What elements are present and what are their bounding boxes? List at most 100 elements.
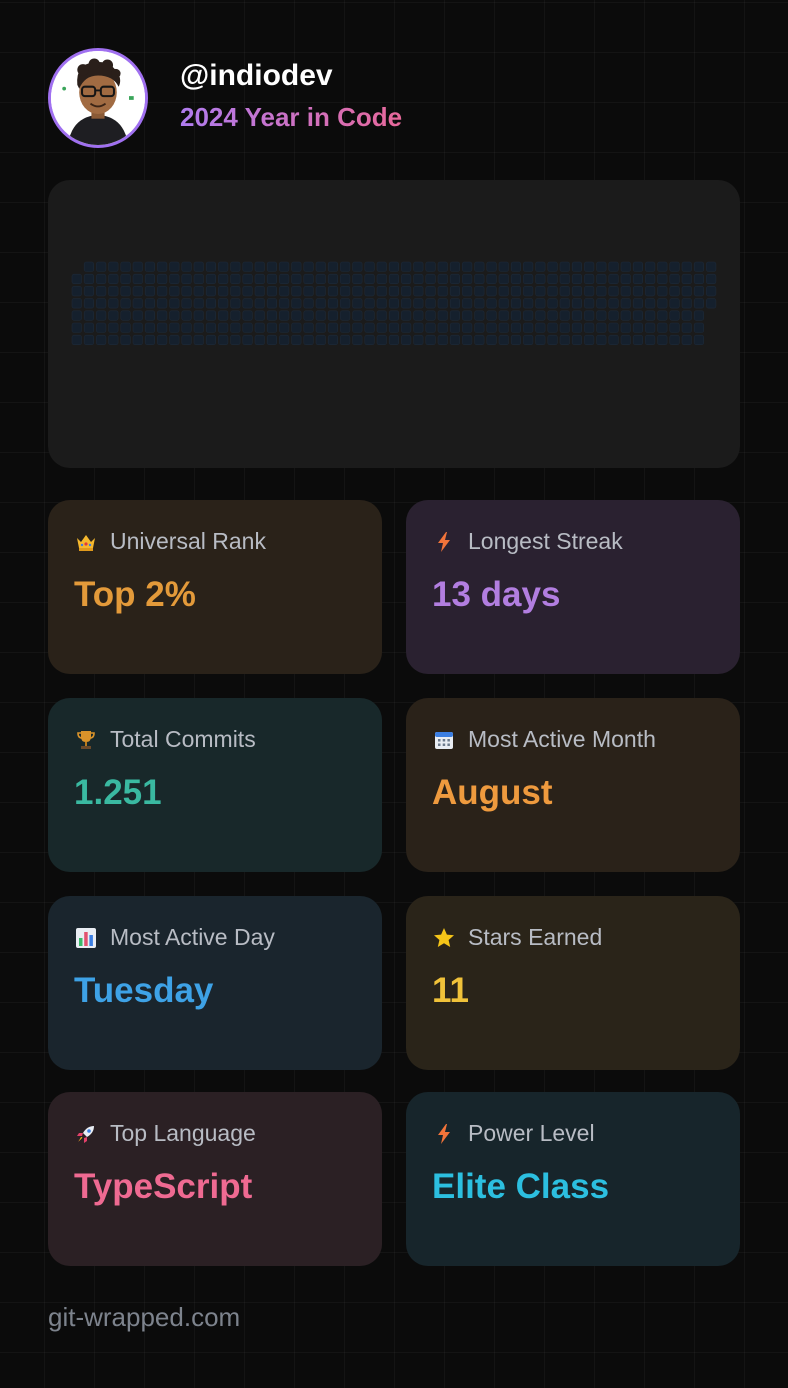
heatmap-cell [205,298,216,309]
heatmap-cell [620,334,631,345]
heatmap-cell [279,322,290,333]
heatmap-cell [510,273,522,284]
heatmap-cell [547,310,558,321]
heatmap-cell [449,286,461,297]
heatmap-cell [596,273,607,284]
heatmap-cell [120,298,131,309]
stat-value: Tuesday [74,971,214,1010]
heatmap-cell [401,261,412,272]
heatmap-cell [657,334,668,345]
heatmap-cell [169,273,180,284]
heatmap-cell [181,322,192,333]
heatmap-cell [291,334,302,345]
heatmap-cell [388,298,400,309]
heatmap-cell [242,273,253,284]
heatmap-cell [449,322,461,333]
heatmap-cell [303,261,314,272]
heatmap-cell [303,286,314,297]
heatmap-cell [157,334,168,345]
heatmap-cell [71,310,82,321]
profile-header: @indiodev 2024 Year in Code [48,48,402,148]
heatmap-cell [144,310,155,321]
heatmap-cell [120,273,131,284]
heatmap-cell [376,273,387,284]
heatmap-cell [608,334,619,345]
heatmap-cell [242,261,253,272]
heatmap-cell [669,310,680,321]
stat-label: Universal Rank [110,528,266,554]
heatmap-cell [340,286,351,297]
heatmap-cell [547,273,558,284]
heatmap-cell [535,261,546,272]
heatmap-cell [230,310,241,321]
heatmap-cell [303,310,314,321]
heatmap-cell [388,286,400,297]
heatmap-cell [486,334,497,345]
heatmap-cell [388,261,400,272]
heatmap-cell [547,334,558,345]
heatmap-cell [437,261,448,272]
heatmap-cell [425,322,436,333]
heatmap-cell [364,298,375,309]
heatmap-cell [71,322,82,333]
heatmap-cell [132,322,143,333]
heatmap-cell [181,310,192,321]
heatmap-cell [193,286,204,297]
heatmap-cell [486,322,497,333]
heatmap-cell [340,273,351,284]
heatmap-cell [401,334,412,345]
heatmap-cell [205,310,216,321]
heatmap-cell [510,310,522,321]
heatmap-cell [132,298,143,309]
heatmap-cell [584,261,595,272]
stat-label: Stars Earned [468,924,603,950]
heatmap-cell [352,298,363,309]
heatmap-cell [120,334,131,345]
heatmap-cell [132,310,143,321]
heatmap-cell [205,334,216,345]
calendar-icon [432,728,456,752]
heatmap-cell [108,322,119,333]
stat-card-most-active-month: Most Active Month August [406,698,740,872]
heatmap-cell [218,322,229,333]
stat-label-row: Total Commits [74,726,356,753]
heatmap-cell [364,322,375,333]
heatmap-cell [376,286,387,297]
heatmap-cell [71,286,82,297]
heatmap-cell [388,310,400,321]
heatmap-cell [657,261,668,272]
heatmap-cell [144,273,155,284]
heatmap-cell [388,322,400,333]
heatmap-cell [327,334,339,345]
heatmap-cell [340,261,351,272]
heatmap-cell [510,322,522,333]
heatmap-cell [218,286,229,297]
heatmap-cell [669,298,680,309]
heatmap-cell [266,322,277,333]
heatmap-cell [645,334,656,345]
heatmap-cell [352,322,363,333]
heatmap-cell [645,322,656,333]
heatmap-cell [254,273,265,284]
heatmap-cell [352,273,363,284]
stat-value: 1.251 [74,773,162,812]
heatmap-cell [462,310,473,321]
heatmap-cell [340,298,351,309]
heatmap-cell [681,298,692,309]
heatmap-cell [681,310,692,321]
heatmap-cell [669,273,680,284]
heatmap-cell [620,310,631,321]
heatmap-cell [474,298,485,309]
heatmap-cell [449,261,461,272]
heatmap-cell [315,298,326,309]
heatmap-cell [437,334,448,345]
heatmap-cell [657,310,668,321]
stat-card-stars-earned: Stars Earned 11 [406,896,740,1070]
heatmap-cell [83,286,95,297]
heatmap-cell [315,322,326,333]
heatmap-cell [462,322,473,333]
heatmap-cell [254,298,265,309]
heatmap-cell [449,273,461,284]
heatmap-cell [608,286,619,297]
bar-chart-icon [74,926,98,950]
